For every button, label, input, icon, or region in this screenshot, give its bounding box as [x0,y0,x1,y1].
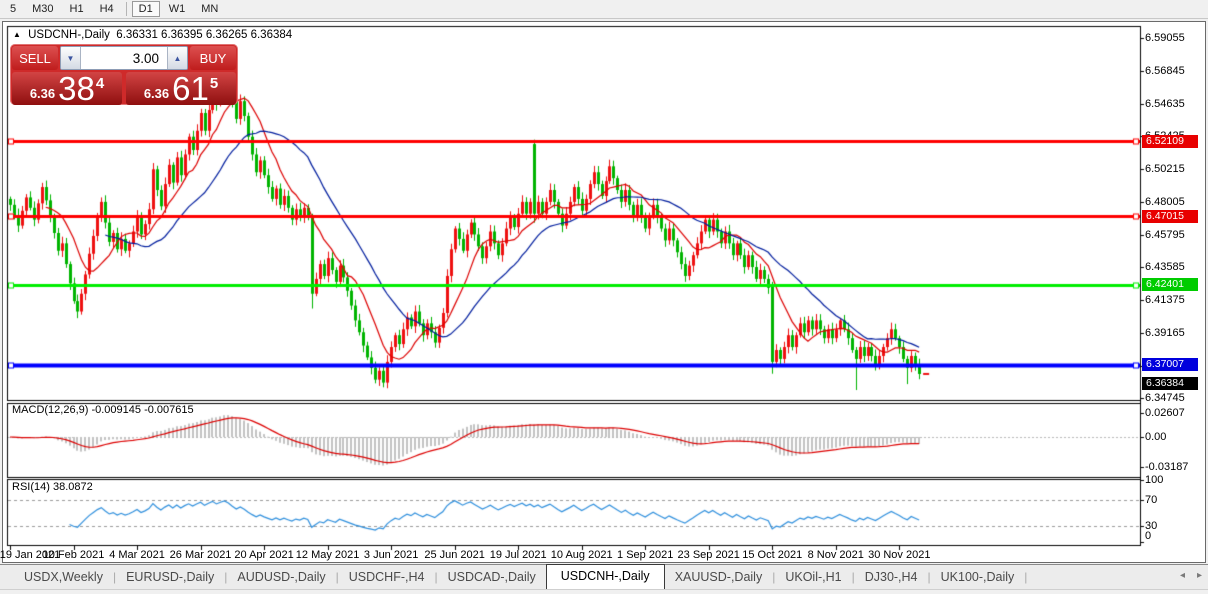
date-axis-label: 10 Feb 2021 [43,549,105,561]
chart-tab-eurusd[interactable]: EURUSD-,Daily [116,567,224,587]
chart-tab-usdchf[interactable]: USDCHF-,H4 [339,567,435,587]
chart-tab-bar: USDX,Weekly|EURUSD-,Daily|AUDUSD-,Daily|… [0,564,1208,589]
line-price-label: 6.37007 [1142,358,1198,371]
date-axis-label: 12 May 2021 [296,549,360,561]
buy-price-big: 61 [172,74,209,104]
date-axis-label: 8 Nov 2021 [808,549,864,561]
macd-axis-tick: -0.03187 [1145,461,1188,473]
chart-tab-usdcnh[interactable]: USDCNH-,Daily [546,564,665,589]
date-axis-label: 4 Mar 2021 [109,549,165,561]
volume-field[interactable]: 3.00 [81,47,167,69]
spinner-down-icon[interactable]: ▼ [61,47,81,69]
tab-scroll-arrows: ◂ ▸ [1180,570,1202,581]
date-axis-label: 30 Nov 2021 [868,549,930,561]
status-strip [0,589,1208,594]
chart-tab-usdx[interactable]: USDX,Weekly [14,567,113,587]
ohlc-values: 6.36331 6.36395 6.36265 6.36384 [116,29,292,41]
date-axis-label: 19 Jul 2021 [490,549,547,561]
spread-stepper: ▼ 3.00 ▲ [60,46,188,70]
trading-terminal: 5M30H1H4D1W1MN ▲ USDCNH-,Daily 6.36331 6… [0,0,1208,594]
sell-price-pip: 4 [96,75,104,92]
macd-axis-tick: 0.00 [1145,431,1166,443]
chart-tab-audusd[interactable]: AUDUSD-,Daily [227,567,335,587]
tab-separator: | [1024,570,1027,584]
price-axis-tick: 6.56845 [1145,65,1185,77]
macd-axis-tick: 0.02607 [1145,407,1185,419]
buy-price-panel[interactable]: 6.36 61 5 [126,72,236,105]
line-price-label: 6.42401 [1142,278,1198,291]
current-price-label: 6.36384 [1142,377,1198,390]
sell-price-prefix: 6.36 [30,86,55,101]
rsi-axis-tick: 0 [1145,530,1151,542]
chart-tab-usdcad[interactable]: USDCAD-,Daily [438,567,546,587]
price-axis-tick: 6.59055 [1145,32,1185,44]
buy-button[interactable]: BUY [190,46,236,70]
price-axis-tick: 6.34745 [1145,392,1185,404]
rsi-axis-tick: 100 [1145,474,1163,486]
tab-scroll-right-icon[interactable]: ▸ [1197,570,1202,581]
price-axis-tick: 6.48005 [1145,196,1185,208]
one-click-trade-widget: SELL ▼ 3.00 ▲ BUY 6.36 38 4 6.36 61 5 [10,44,238,105]
rsi-axis-tick: 70 [1145,494,1157,506]
date-axis-label: 23 Sep 2021 [678,549,740,561]
chart-symbol-line: ▲ USDCNH-,Daily 6.36331 6.36395 6.36265 … [13,29,292,41]
buy-price-prefix: 6.36 [144,86,169,101]
sell-price-panel[interactable]: 6.36 38 4 [12,72,122,105]
price-axis-tick: 6.41375 [1145,294,1185,306]
date-axis-label: 10 Aug 2021 [551,549,613,561]
line-price-label: 6.47015 [1142,210,1198,223]
sell-button[interactable]: SELL [12,46,58,70]
macd-label: MACD(12,26,9) -0.009145 -0.007615 [12,404,194,416]
price-axis-tick: 6.45795 [1145,229,1185,241]
spinner-up-icon[interactable]: ▲ [167,47,187,69]
price-axis-tick: 6.39165 [1145,327,1185,339]
chart-tab-xauusd[interactable]: XAUUSD-,Daily [665,567,773,587]
date-axis-label: 1 Sep 2021 [617,549,673,561]
date-axis-label: 26 Mar 2021 [170,549,232,561]
line-price-label: 6.52109 [1142,135,1198,148]
chart-tab-uk100[interactable]: UK100-,Daily [931,567,1025,587]
date-axis-label: 15 Oct 2021 [742,549,802,561]
chart-tab-dj30[interactable]: DJ30-,H4 [855,567,928,587]
date-axis-label: 3 Jun 2021 [364,549,418,561]
buy-price-pip: 5 [210,75,218,92]
rsi-label: RSI(14) 38.0872 [12,481,93,493]
price-axis-tick: 6.50215 [1145,163,1185,175]
sell-price-big: 38 [58,74,95,104]
chart-tab-ukoil[interactable]: UKOil-,H1 [775,567,851,587]
date-axis-label: 25 Jun 2021 [424,549,485,561]
price-axis-tick: 6.54635 [1145,98,1185,110]
collapse-triangle-icon[interactable]: ▲ [13,30,21,39]
price-axis-tick: 6.43585 [1145,261,1185,273]
tab-scroll-left-icon[interactable]: ◂ [1180,570,1185,581]
date-axis-label: 20 Apr 2021 [234,549,293,561]
chart-title: USDCNH-,Daily [28,29,110,41]
